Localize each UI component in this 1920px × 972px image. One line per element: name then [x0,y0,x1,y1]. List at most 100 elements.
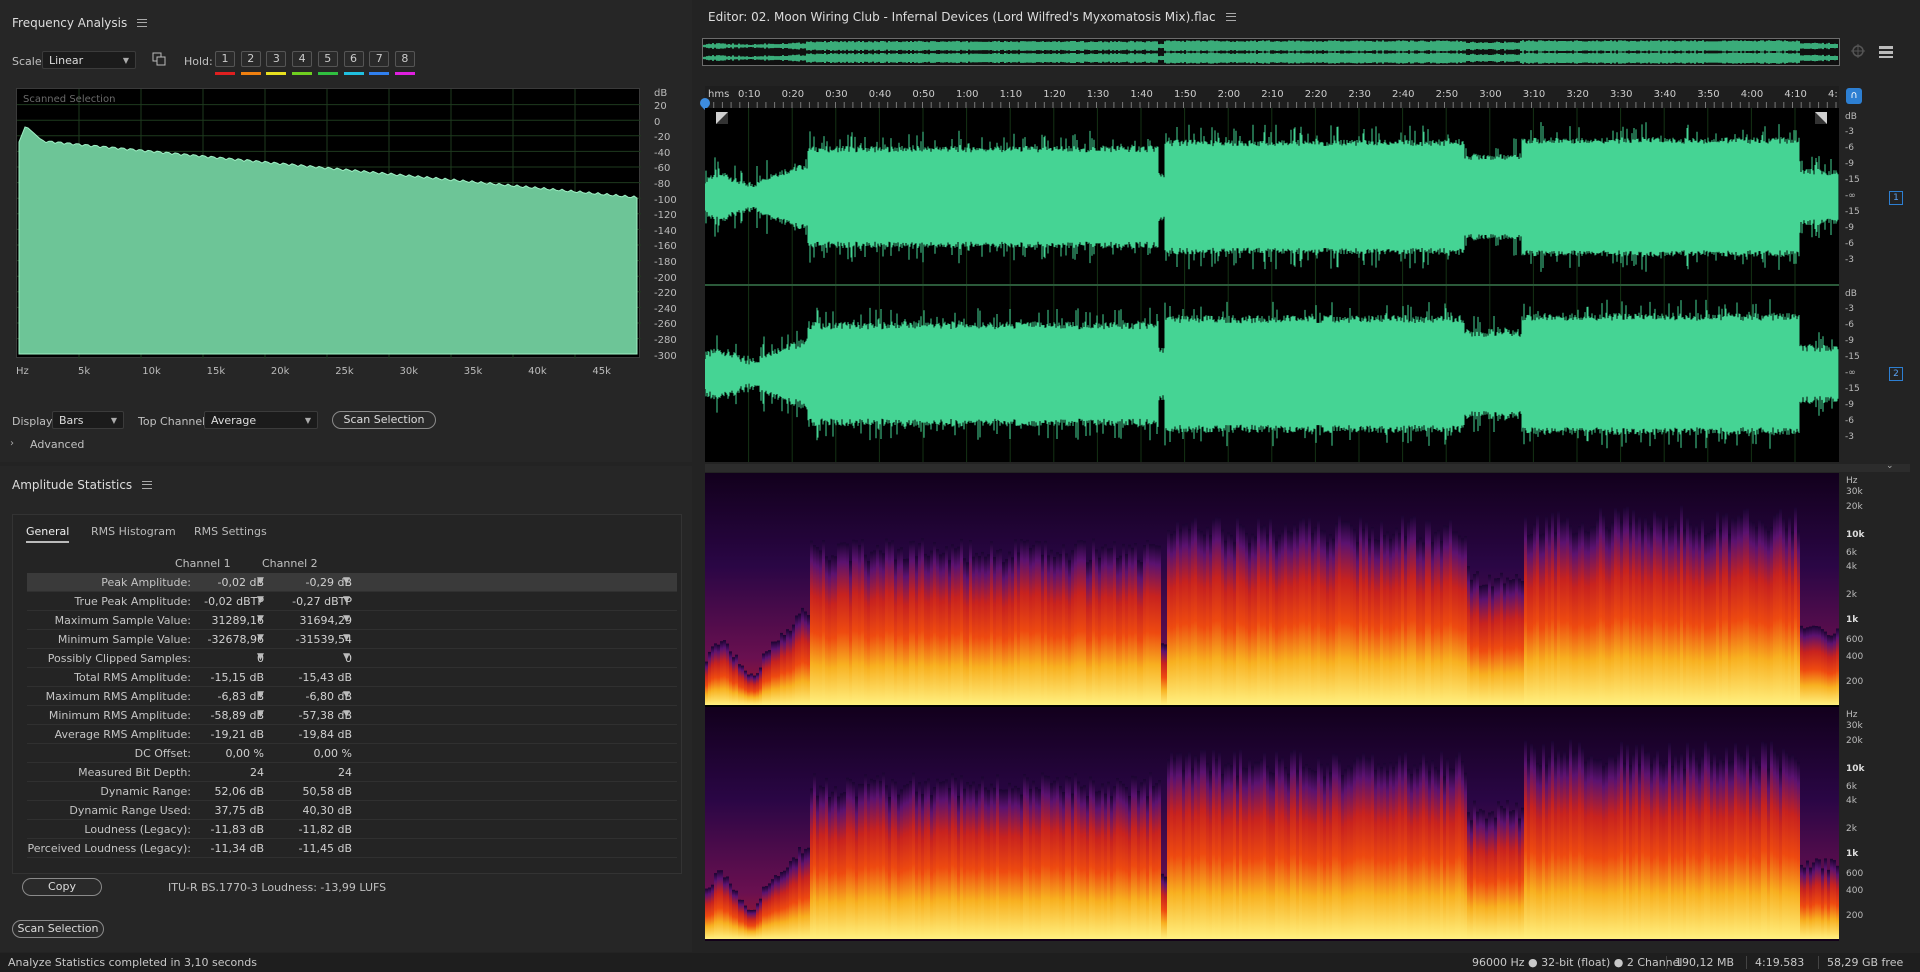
db-tick-label: -160 [654,241,677,253]
time-tick-label: 2:20 [1304,89,1328,100]
spectrogram-column [1515,802,1518,939]
spectrogram-column [1620,741,1623,939]
spectrogram-column [1824,858,1827,939]
marker-icon[interactable]: ▼ [257,690,264,700]
chevron-right-icon[interactable]: › [10,438,14,449]
zoom-icon[interactable] [1850,43,1866,62]
advanced-toggle[interactable]: Advanced [30,438,84,451]
spectrogram-column [1164,876,1167,939]
spectrogram-column [1233,750,1236,939]
spectrogram-column [858,783,861,939]
spectrogram-column [990,541,993,705]
spectrogram-column [1224,540,1227,705]
marker-icon[interactable]: ▼ [257,709,264,719]
panel-menu-icon[interactable] [137,19,148,27]
spectrogram-column [1296,528,1299,705]
scale-value: Linear [49,53,84,67]
spectrogram-column [1482,584,1485,705]
hold-button-7[interactable]: 7 [369,51,390,67]
scan-selection-button[interactable]: Scan Selection [12,920,104,938]
spectrogram-column [1065,553,1068,705]
marker-icon[interactable]: ▼ [257,576,264,586]
spectrogram-column [1692,748,1695,939]
spectrogram-column [1359,516,1362,705]
spectrogram-column [1140,782,1143,939]
marker-icon[interactable]: ▼ [343,595,350,605]
marker-icon[interactable]: ▼ [343,709,350,719]
hold-button-3[interactable]: 3 [266,51,287,67]
channel-1-badge[interactable]: 1 [1889,191,1903,205]
top-channel-select[interactable]: Average ▼ [204,411,318,429]
marker-icon[interactable]: ▼ [257,614,264,624]
spectrogram-column [1305,764,1308,939]
scan-selection-button[interactable]: Scan Selection [332,411,436,429]
hz-tick-label: 20k [1846,502,1863,512]
spectrogram-column [972,781,975,939]
copy-button[interactable]: Copy [22,878,102,896]
spectrogram-column [1746,508,1749,705]
panel-menu-icon[interactable] [1225,13,1236,21]
spectrogram-column [1566,516,1569,705]
spectrogram-column [1299,519,1302,705]
fade-in-handle-icon[interactable] [716,112,728,124]
spectrogram-column [1722,761,1725,939]
display-label: Display: [12,415,56,428]
spectrogram-column [963,788,966,939]
hold-button-4[interactable]: 4 [292,51,313,67]
view-divider[interactable] [705,464,1910,472]
channel-2-value: -57,38 dB [298,709,353,722]
stat-label: Average RMS Amplitude: [54,728,191,741]
marker-icon[interactable]: ▼ [343,614,350,624]
channel-2-badge[interactable]: 2 [1889,367,1903,381]
spectrogram-column [1572,533,1575,705]
marker-icon[interactable]: ▼ [343,652,350,662]
spectrogram-column [1026,539,1029,705]
spectrogram-column [1389,761,1392,939]
spectrogram-column [1656,749,1659,939]
headphones-icon[interactable]: ∩ [1846,88,1862,104]
marker-icon[interactable]: ▼ [257,652,264,662]
spectrogram-column [1689,523,1692,705]
spectrogram-column [1209,771,1212,939]
spectrogram-column [1293,749,1296,939]
spectrogram-column [897,548,900,705]
hold-button-2[interactable]: 2 [240,51,261,67]
spectrogram-column [1110,796,1113,939]
spectrogram-column [1806,627,1809,705]
marker-icon[interactable]: ▼ [343,690,350,700]
spectrogram-column [1428,771,1431,939]
tab-rms-histogram[interactable]: RMS Histogram [91,525,176,538]
display-select[interactable]: Bars ▼ [52,411,124,429]
hold-button-8[interactable]: 8 [394,51,415,67]
waveform-view[interactable] [704,108,1839,462]
chevron-down-icon[interactable]: ⌄ [1886,461,1894,471]
hold-button-1[interactable]: 1 [215,51,235,67]
copy-to-clipboard-icon[interactable] [152,52,166,66]
spectrogram-column [855,540,858,705]
tab-rms-settings[interactable]: RMS Settings [194,525,267,538]
spectrogram-column [1128,796,1131,939]
marker-icon[interactable]: ▼ [343,633,350,643]
tab-general[interactable]: General [26,525,70,543]
spectrogram-column [1011,557,1014,705]
spectrogram-column [1719,529,1722,705]
panel-menu-icon[interactable] [142,481,153,489]
spectral-view[interactable] [705,473,1839,941]
marker-icon[interactable]: ▼ [343,576,350,586]
hz-tick-label: 45k [592,366,611,377]
view-options-icon[interactable] [1878,45,1894,62]
hold-button-6[interactable]: 6 [343,51,364,67]
spectrogram-column [1173,758,1176,939]
spectrogram-column [1053,557,1056,705]
scale-select[interactable]: Linear ▼ [42,51,136,69]
spectrogram-column [1146,540,1149,705]
spectrogram-column [1731,761,1734,939]
time-tick-label: 3:30 [1610,89,1633,100]
marker-icon[interactable]: ▼ [257,595,264,605]
spectrogram-column [1101,546,1104,705]
hold-button-5[interactable]: 5 [317,51,338,67]
spectrogram-column [1677,760,1680,939]
marker-icon[interactable]: ▼ [257,633,264,643]
fade-out-handle-icon[interactable] [1815,112,1827,124]
overview-navigator[interactable] [702,38,1840,66]
